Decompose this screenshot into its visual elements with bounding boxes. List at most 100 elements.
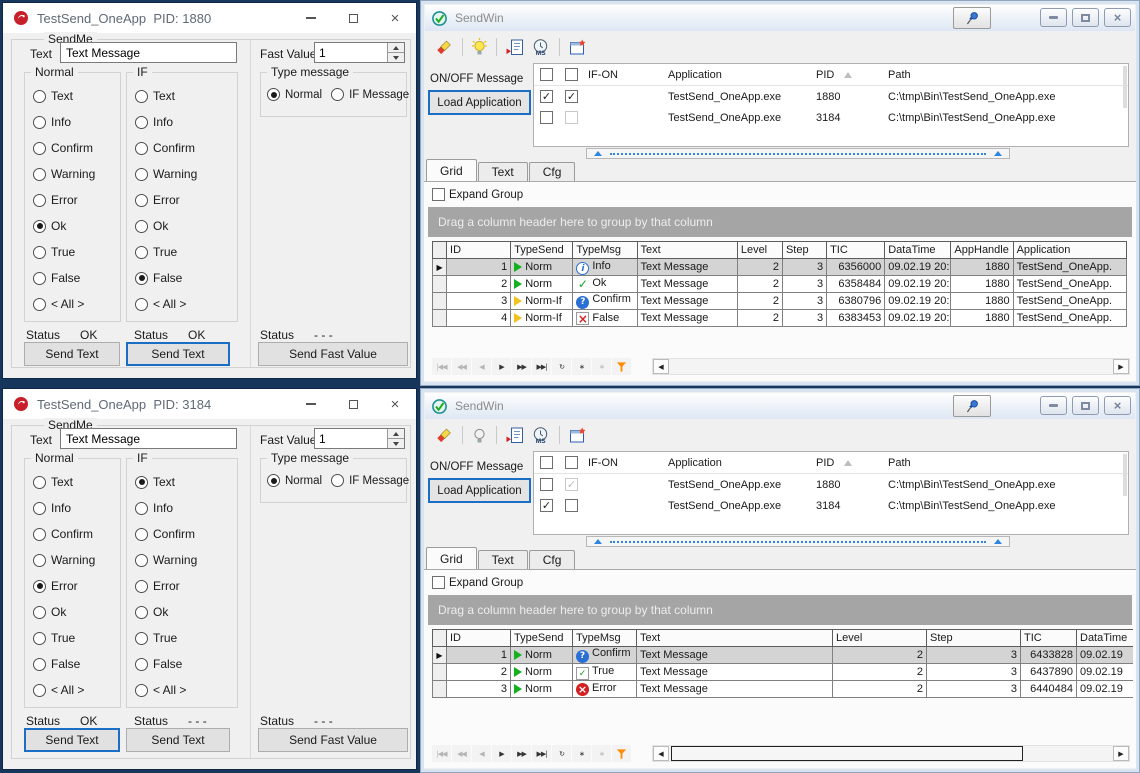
collapse-right-icon[interactable] bbox=[994, 151, 1002, 156]
tab[interactable]: Cfg bbox=[529, 550, 576, 569]
load-application-button[interactable]: Load Application bbox=[428, 478, 531, 503]
grid-row[interactable]: 2 Norm True Text Message 2 3 6437890 09.… bbox=[433, 664, 1134, 681]
send-fast-value-button[interactable]: Send Fast Value bbox=[258, 728, 408, 752]
radio-option[interactable]: IF Message bbox=[331, 88, 409, 101]
titlebar[interactable]: SendWin × bbox=[425, 5, 1135, 31]
grid-row[interactable]: ▶ 1 Norm Confirm Text Message 2 3 643382… bbox=[433, 647, 1134, 664]
radio-option[interactable]: False bbox=[135, 271, 237, 285]
lamp-icon[interactable] bbox=[472, 426, 487, 444]
pin-button[interactable] bbox=[953, 7, 991, 29]
fast-value-input[interactable] bbox=[315, 429, 387, 448]
radio-option[interactable]: True bbox=[33, 631, 120, 645]
nav-button[interactable]: |◀◀ bbox=[432, 745, 451, 762]
spin-down-button[interactable] bbox=[388, 52, 404, 62]
close-button[interactable]: × bbox=[1104, 8, 1131, 27]
scrollbar-track[interactable] bbox=[669, 746, 1113, 761]
tab[interactable]: Text bbox=[478, 162, 528, 181]
send-text-normal-button[interactable]: Send Text bbox=[24, 728, 120, 752]
scroll-left-button[interactable]: ◀ bbox=[653, 746, 669, 761]
log-icon[interactable] bbox=[506, 427, 524, 444]
text-input[interactable] bbox=[60, 42, 237, 63]
tab[interactable]: Cfg bbox=[529, 162, 576, 181]
nav-button[interactable]: ∗ bbox=[572, 358, 591, 375]
titlebar[interactable]: TestSend_OneApp PID: 1880 × bbox=[3, 3, 416, 33]
minimize-button[interactable] bbox=[290, 3, 332, 33]
radio-option[interactable]: Text bbox=[135, 89, 237, 103]
maximize-button[interactable] bbox=[1072, 396, 1099, 415]
radio-option[interactable]: False bbox=[135, 657, 237, 671]
list-scrollbar-thumb[interactable] bbox=[1123, 66, 1127, 108]
path-header[interactable]: Path bbox=[888, 69, 1128, 81]
radio-option[interactable]: Ok bbox=[33, 219, 120, 233]
grid-row[interactable]: 3 Norm Error Text Message 2 3 6440484 09… bbox=[433, 681, 1134, 698]
spin-up-button[interactable] bbox=[388, 429, 404, 438]
tab[interactable]: Text bbox=[478, 550, 528, 569]
nav-button[interactable]: ∗ bbox=[592, 358, 611, 375]
nav-button[interactable]: ▶ bbox=[492, 358, 511, 375]
application-list-header[interactable]: IF-ON Application PID Path bbox=[534, 452, 1128, 474]
radio-option[interactable]: False bbox=[33, 657, 120, 671]
new-form-icon[interactable] bbox=[569, 427, 587, 444]
collapse-left-icon[interactable] bbox=[594, 539, 602, 544]
nav-button[interactable]: ∗ bbox=[592, 745, 611, 762]
titlebar[interactable]: SendWin × bbox=[425, 393, 1135, 419]
radio-option[interactable]: Warning bbox=[135, 167, 237, 181]
grid-header-row[interactable]: IDTypeSend TypeMsgText LevelStep TICData… bbox=[433, 630, 1134, 647]
grid-header-row[interactable]: IDTypeSend TypeMsgText LevelStep TICData… bbox=[433, 242, 1127, 259]
scrollbar-thumb[interactable] bbox=[671, 746, 1023, 761]
nav-button[interactable]: ▶▶ bbox=[512, 358, 531, 375]
minimize-button[interactable] bbox=[1040, 8, 1067, 27]
nav-button[interactable]: ▶ bbox=[492, 745, 511, 762]
radio-option[interactable]: Warning bbox=[135, 553, 237, 567]
nav-button[interactable]: ▶▶| bbox=[532, 745, 551, 762]
fast-value-stepper[interactable] bbox=[314, 428, 405, 449]
radio-option[interactable]: Error bbox=[33, 193, 120, 207]
onoff-checkbox[interactable] bbox=[540, 90, 553, 103]
radio-option[interactable]: Error bbox=[135, 579, 237, 593]
scroll-left-button[interactable]: ◀ bbox=[653, 359, 669, 374]
send-text-if-button[interactable]: Send Text bbox=[126, 342, 230, 366]
radio-option[interactable]: Ok bbox=[33, 605, 120, 619]
collapse-left-icon[interactable] bbox=[594, 151, 602, 156]
close-button[interactable]: × bbox=[374, 389, 416, 419]
radio-option[interactable]: < All > bbox=[33, 297, 120, 311]
send-text-normal-button[interactable]: Send Text bbox=[24, 342, 120, 366]
minimize-button[interactable] bbox=[290, 389, 332, 419]
radio-option[interactable]: Confirm bbox=[33, 527, 120, 541]
path-header[interactable]: Path bbox=[888, 457, 1128, 469]
grid-row[interactable]: 3 Norm-If Confirm Text Message 2 3 63807… bbox=[433, 293, 1127, 310]
load-application-button[interactable]: Load Application bbox=[428, 90, 531, 115]
ms-clock-icon[interactable]: MS bbox=[531, 427, 550, 444]
nav-button[interactable]: ∗ bbox=[572, 745, 591, 762]
lamp-icon[interactable] bbox=[472, 38, 487, 56]
close-button[interactable]: × bbox=[374, 3, 416, 33]
ifon-checkbox[interactable] bbox=[565, 111, 578, 124]
filter-button[interactable] bbox=[612, 358, 631, 375]
horizontal-scrollbar[interactable]: ◀ ▶ bbox=[652, 358, 1130, 375]
ms-clock-icon[interactable]: MS bbox=[531, 39, 550, 56]
ifon-all-checkbox[interactable] bbox=[565, 456, 578, 469]
grid-row[interactable]: 4 Norm-If False Text Message 2 3 6383453… bbox=[433, 310, 1127, 327]
grid-row[interactable]: 2 Norm Ok Text Message 2 3 6358484 09.02… bbox=[433, 276, 1127, 293]
radio-option[interactable]: Text bbox=[33, 475, 120, 489]
ifon-checkbox[interactable] bbox=[565, 90, 578, 103]
radio-option[interactable]: True bbox=[135, 631, 237, 645]
radio-option[interactable]: Info bbox=[135, 501, 237, 515]
application-row[interactable]: TestSend_OneApp.exe 3184 C:\tmp\Bin\Test… bbox=[534, 495, 1128, 516]
onoff-checkbox[interactable] bbox=[540, 478, 553, 491]
radio-option[interactable]: Error bbox=[33, 579, 120, 593]
application-row[interactable]: TestSend_OneApp.exe 1880 C:\tmp\Bin\Test… bbox=[534, 474, 1128, 495]
collapse-right-icon[interactable] bbox=[994, 539, 1002, 544]
fast-value-input[interactable] bbox=[315, 43, 387, 62]
nav-button[interactable]: |◀◀ bbox=[432, 358, 451, 375]
ifon-all-checkbox[interactable] bbox=[565, 68, 578, 81]
radio-option[interactable]: True bbox=[33, 245, 120, 259]
application-row[interactable]: TestSend_OneApp.exe 1880 C:\tmp\Bin\Test… bbox=[534, 86, 1128, 107]
pid-header[interactable]: PID bbox=[816, 69, 888, 81]
ifon-checkbox[interactable] bbox=[565, 478, 578, 491]
pid-header[interactable]: PID bbox=[816, 457, 888, 469]
radio-option[interactable]: Warning bbox=[33, 553, 120, 567]
text-input[interactable] bbox=[60, 428, 237, 449]
nav-button[interactable]: ◀ bbox=[472, 358, 491, 375]
scrollbar-track[interactable] bbox=[669, 359, 1113, 374]
